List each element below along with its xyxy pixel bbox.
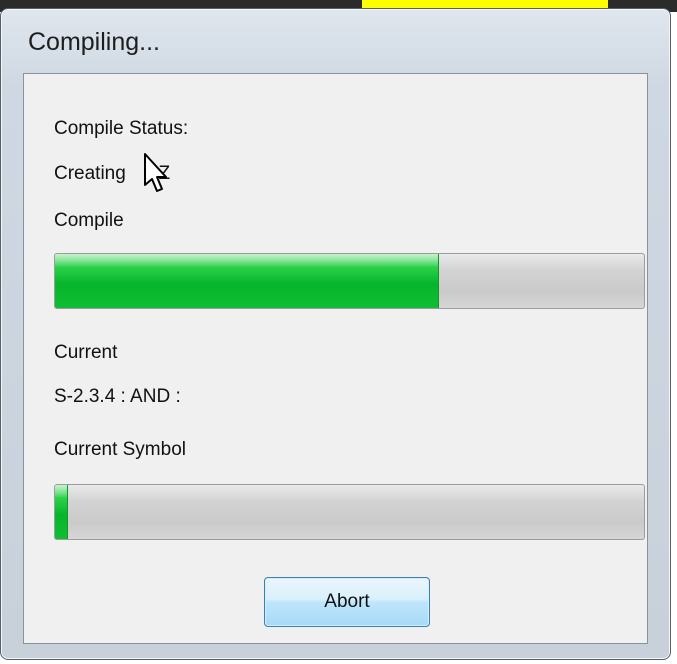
current-value: S-2.3.4 : AND : — [54, 386, 181, 407]
current-symbol-progress-fill — [55, 485, 68, 539]
status-text-before: Creating — [54, 163, 126, 184]
current-label: Current — [54, 342, 118, 363]
abort-button[interactable]: Abort — [264, 577, 430, 627]
current-symbol-label: Current Symbol — [54, 439, 186, 460]
title-bar[interactable]: Compiling... — [1, 9, 670, 71]
compile-label: Compile — [54, 210, 124, 231]
mouse-cursor-icon — [144, 153, 167, 192]
compile-progress-fill — [55, 254, 439, 308]
window-title: Compiling... — [28, 28, 160, 56]
compile-progress-bar — [54, 253, 645, 309]
dialog-content: Compile Status: CreatingPZ Compile Curre… — [23, 73, 648, 644]
compiling-dialog: Compiling... Compile Status: CreatingPZ … — [0, 8, 671, 660]
current-symbol-progress-bar — [54, 484, 645, 540]
compile-status-label: Compile Status: — [54, 118, 189, 139]
